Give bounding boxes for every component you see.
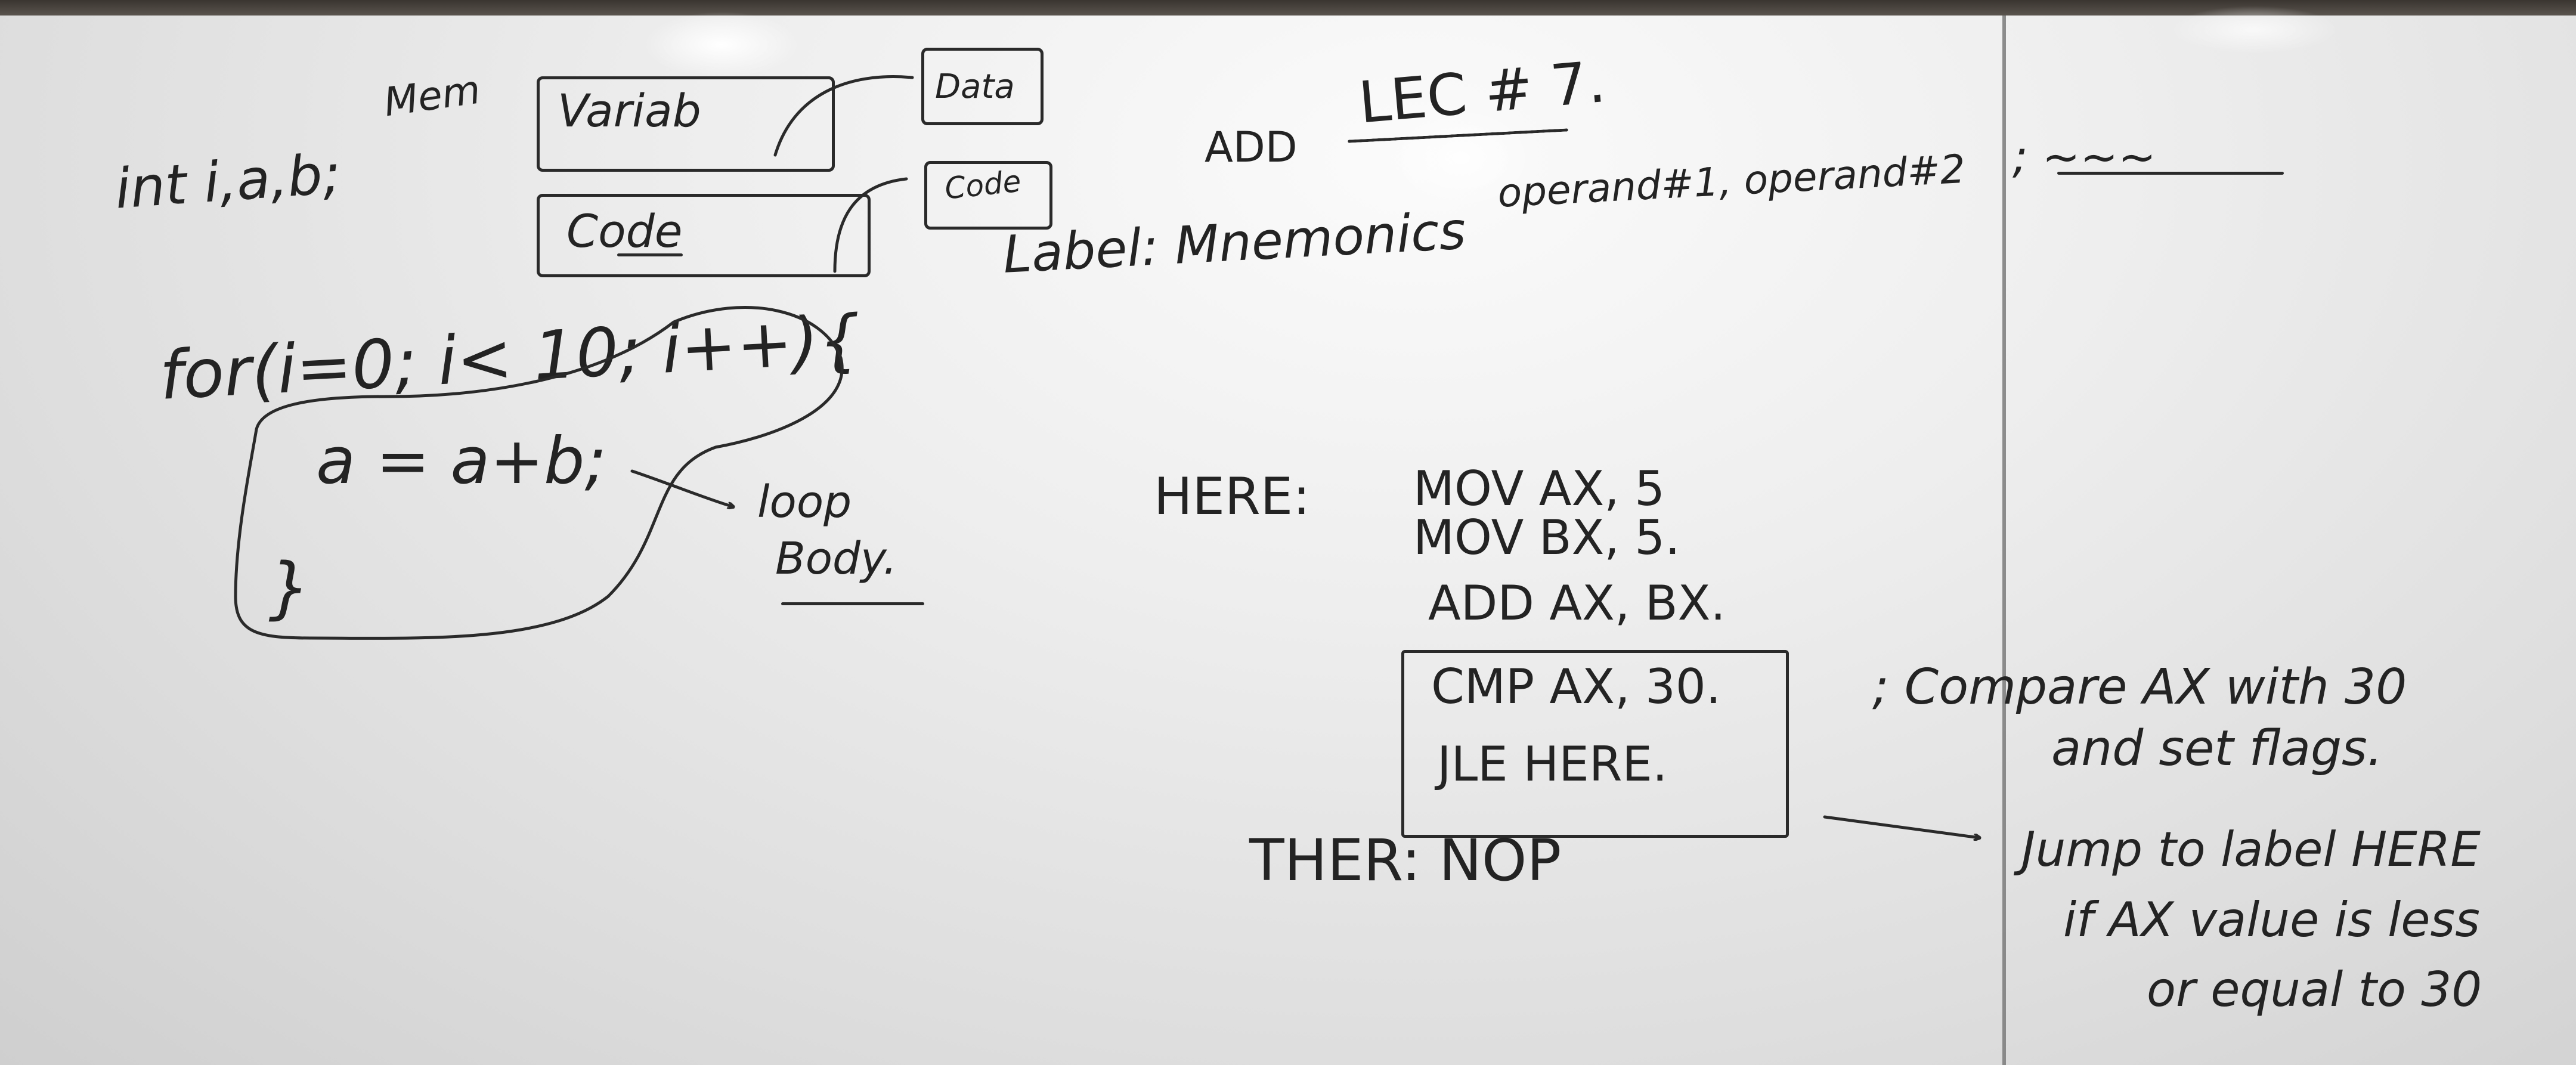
jle-comment-arrow: [1823, 815, 1980, 838]
loop-body-outline: [234, 306, 844, 640]
code-to-codebox-curve: [833, 177, 908, 273]
ink-strokes: [234, 75, 2576, 1065]
variable-to-data-curve: [773, 75, 914, 157]
whiteboard: Mem Variab Data Code Code int i,a,b; for…: [0, 0, 2576, 1065]
loop-body-arrow: [630, 469, 733, 507]
